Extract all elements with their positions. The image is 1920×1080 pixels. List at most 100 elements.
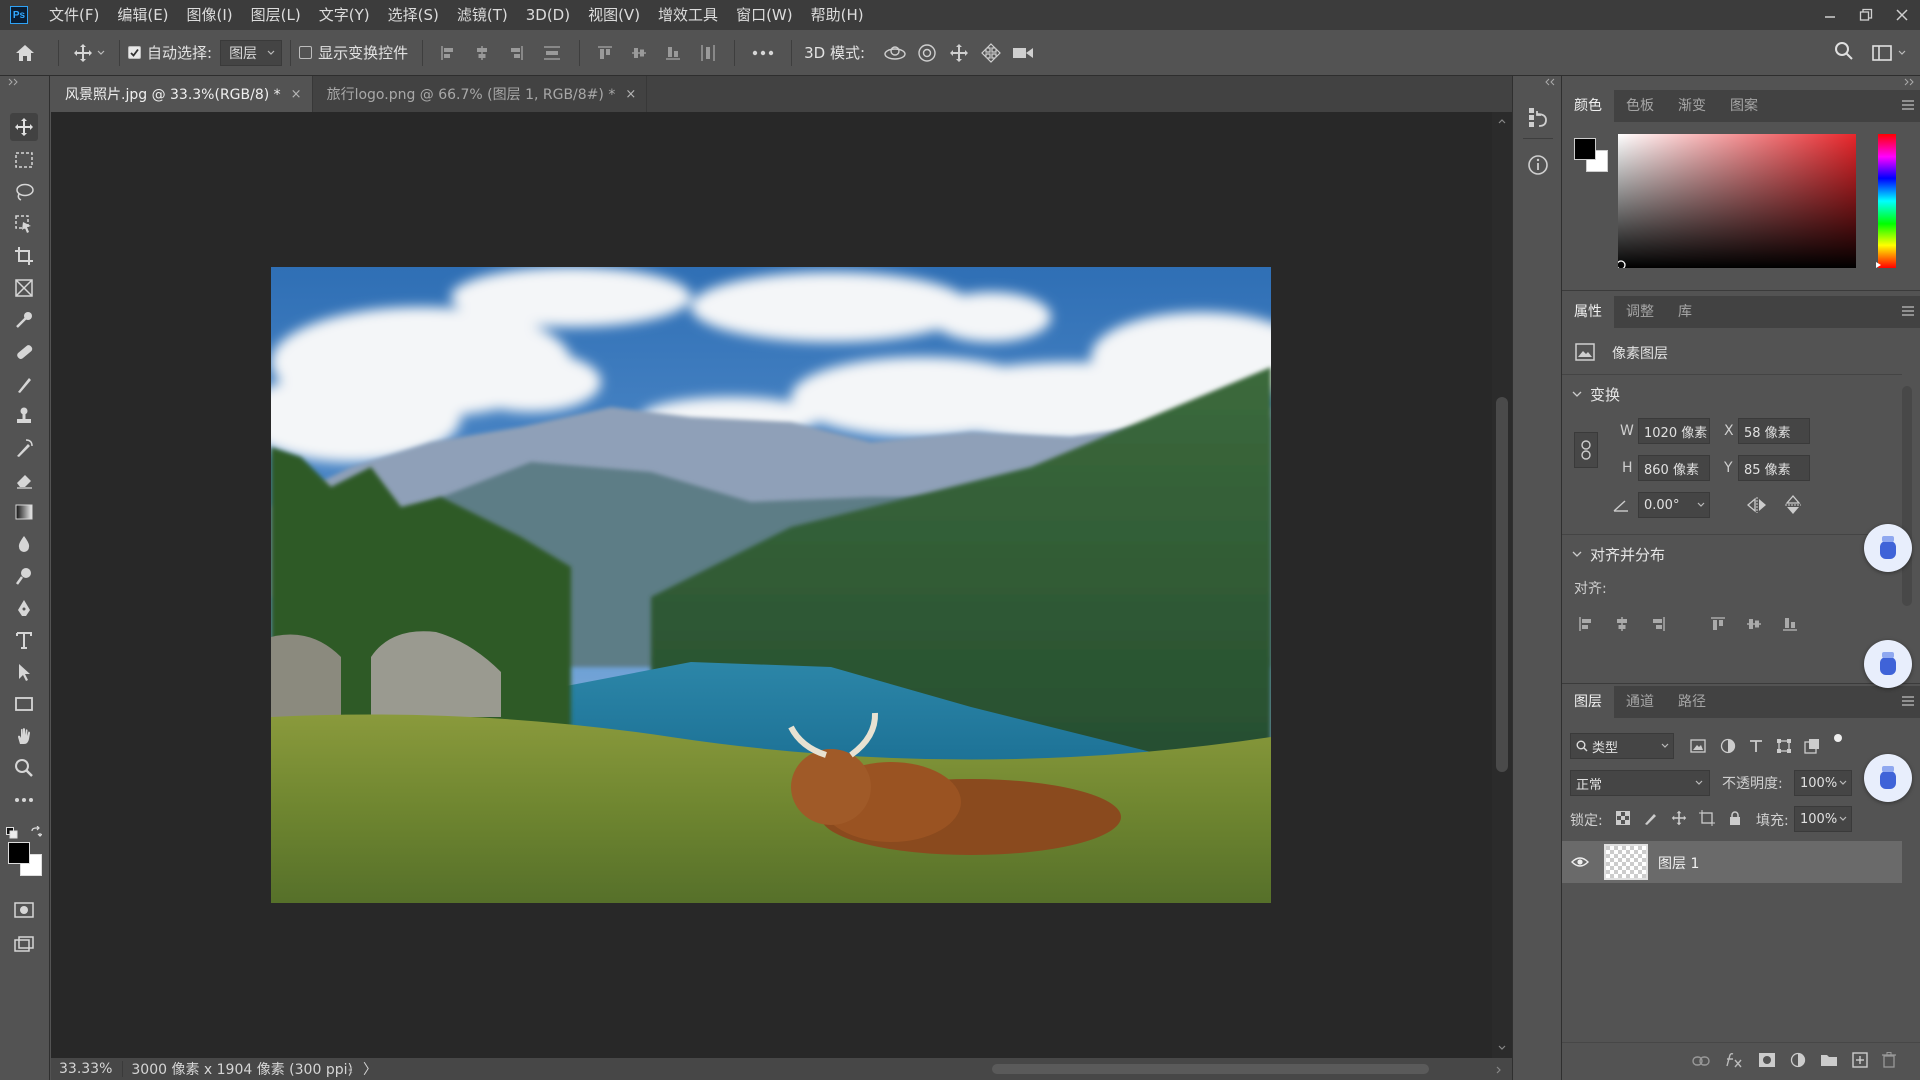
marquee-tool[interactable]	[10, 146, 38, 174]
tab-paths[interactable]: 路径	[1666, 686, 1718, 718]
tab-travel-logo[interactable]: 旅行logo.png @ 66.7% (图层 1, RGB/8#) * ×	[313, 76, 648, 112]
tab-gradients[interactable]: 渐变	[1666, 90, 1718, 122]
home-button[interactable]	[0, 30, 50, 76]
search-button[interactable]	[1834, 41, 1854, 65]
3d-pan-button[interactable]	[943, 30, 975, 76]
layer-style-button[interactable]	[1724, 1052, 1744, 1072]
new-adjustment-button[interactable]	[1790, 1052, 1806, 1072]
panel-align-left-button[interactable]	[1576, 614, 1596, 634]
layer-visibility-toggle[interactable]	[1570, 853, 1590, 871]
menu-edit[interactable]: 编辑(E)	[108, 0, 177, 30]
link-layers-button[interactable]	[1692, 1054, 1710, 1070]
color-swatches[interactable]	[8, 842, 46, 880]
3d-scale-button[interactable]	[1007, 30, 1039, 76]
align-right-edges-button[interactable]	[499, 30, 533, 76]
lock-pixels-button[interactable]	[1642, 809, 1660, 827]
frame-tool[interactable]	[10, 274, 38, 302]
panel-menu-icon[interactable]	[1902, 304, 1914, 320]
tab-landscape-photo[interactable]: 风景照片.jpg @ 33.3%(RGB/8) * ×	[51, 76, 313, 112]
scroll-right-icon[interactable]	[1496, 1066, 1502, 1074]
angle-input[interactable]: 0.00°	[1638, 492, 1710, 518]
vertical-scroll-thumb[interactable]	[1496, 397, 1508, 772]
panel-align-hcenter-button[interactable]	[1612, 614, 1632, 634]
menu-layer[interactable]: 图层(L)	[242, 0, 310, 30]
show-transform-checkbox[interactable]	[299, 46, 313, 59]
panel-align-vcenter-button[interactable]	[1744, 614, 1764, 634]
eyedropper-tool[interactable]	[10, 306, 38, 334]
align-top-edges-button[interactable]	[588, 30, 622, 76]
tab-adjustments[interactable]: 调整	[1614, 296, 1666, 328]
scroll-down-icon[interactable]	[1498, 1045, 1506, 1051]
align-horizontal-centers-button[interactable]	[465, 30, 499, 76]
auto-select-checkbox[interactable]	[128, 46, 141, 59]
horizontal-scrollbar[interactable]	[345, 1058, 1512, 1080]
rectangle-tool[interactable]	[10, 690, 38, 718]
width-input[interactable]: 1020 像素	[1638, 418, 1710, 444]
canvas-area[interactable]	[51, 112, 1492, 1058]
distribute-horizontal-button[interactable]	[690, 30, 726, 76]
3d-orbit-button[interactable]	[879, 30, 911, 76]
flip-horizontal-button[interactable]	[1746, 494, 1768, 516]
crop-tool[interactable]	[10, 242, 38, 270]
screen-mode-button[interactable]	[10, 930, 38, 958]
flip-vertical-button[interactable]	[1782, 494, 1804, 516]
gradient-tool[interactable]	[10, 498, 38, 526]
menu-3d[interactable]: 3D(D)	[517, 0, 579, 30]
height-input[interactable]: 860 像素	[1638, 455, 1710, 481]
tab-layers[interactable]: 图层	[1562, 686, 1614, 718]
floating-assistant-button[interactable]	[1864, 754, 1912, 802]
collapse-icon[interactable]	[1545, 78, 1557, 86]
zoom-tool[interactable]	[10, 754, 38, 782]
more-options-button[interactable]	[743, 30, 783, 76]
hand-tool[interactable]	[10, 722, 38, 750]
menu-image[interactable]: 图像(I)	[178, 0, 242, 30]
quick-mask-button[interactable]	[10, 896, 38, 924]
menu-file[interactable]: 文件(F)	[40, 0, 108, 30]
path-selection-tool[interactable]	[10, 658, 38, 686]
restore-button[interactable]	[1848, 0, 1884, 30]
properties-scrollbar[interactable]	[1902, 386, 1912, 606]
layer-row[interactable]: 图层 1	[1562, 841, 1902, 883]
align-vertical-centers-button[interactable]	[622, 30, 656, 76]
transform-section-header[interactable]: 变换	[1572, 384, 1620, 405]
menu-type[interactable]: 文字(Y)	[310, 0, 379, 30]
lock-all-button[interactable]	[1726, 809, 1744, 827]
close-tab-icon[interactable]: ×	[625, 87, 636, 102]
tab-properties[interactable]: 属性	[1562, 296, 1614, 328]
lock-transparent-button[interactable]	[1614, 809, 1632, 827]
lasso-tool[interactable]	[10, 178, 38, 206]
tab-swatches[interactable]: 色板	[1614, 90, 1666, 122]
filter-adjustment-button[interactable]	[1718, 736, 1738, 756]
history-brush-tool[interactable]	[10, 434, 38, 462]
panel-align-top-button[interactable]	[1708, 614, 1728, 634]
move-tool-preset[interactable]	[67, 30, 111, 76]
minimize-button[interactable]	[1812, 0, 1848, 30]
fill-input[interactable]: 100%	[1794, 806, 1852, 832]
blend-mode-dropdown[interactable]: 正常	[1570, 770, 1710, 796]
new-group-button[interactable]	[1820, 1053, 1838, 1071]
layer-name[interactable]: 图层 1	[1658, 853, 1699, 873]
tab-color[interactable]: 颜色	[1562, 90, 1614, 122]
align-bottom-edges-button[interactable]	[656, 30, 690, 76]
panel-align-right-button[interactable]	[1648, 614, 1668, 634]
swap-colors-icon[interactable]	[30, 826, 42, 838]
eraser-tool[interactable]	[10, 466, 38, 494]
menu-filter[interactable]: 滤镜(T)	[448, 0, 517, 30]
delete-layer-button[interactable]	[1882, 1051, 1896, 1072]
panel-align-bottom-button[interactable]	[1780, 614, 1800, 634]
tab-libraries[interactable]: 库	[1666, 296, 1704, 328]
opacity-input[interactable]: 100%	[1794, 770, 1852, 796]
menu-help[interactable]: 帮助(H)	[802, 0, 873, 30]
menu-window[interactable]: 窗口(W)	[727, 0, 802, 30]
collapse-icon[interactable]	[1904, 78, 1916, 86]
move-tool[interactable]	[10, 113, 38, 141]
y-input[interactable]: 85 像素	[1738, 455, 1810, 481]
pen-tool[interactable]	[10, 594, 38, 622]
tab-patterns[interactable]: 图案	[1718, 90, 1770, 122]
tab-channels[interactable]: 通道	[1614, 686, 1666, 718]
filter-smart-object-button[interactable]	[1802, 736, 1822, 756]
link-dimensions-button[interactable]	[1574, 432, 1598, 468]
object-selection-tool[interactable]	[10, 210, 38, 238]
3d-roll-button[interactable]	[911, 30, 943, 76]
foreground-color-swatch[interactable]	[1574, 138, 1596, 160]
